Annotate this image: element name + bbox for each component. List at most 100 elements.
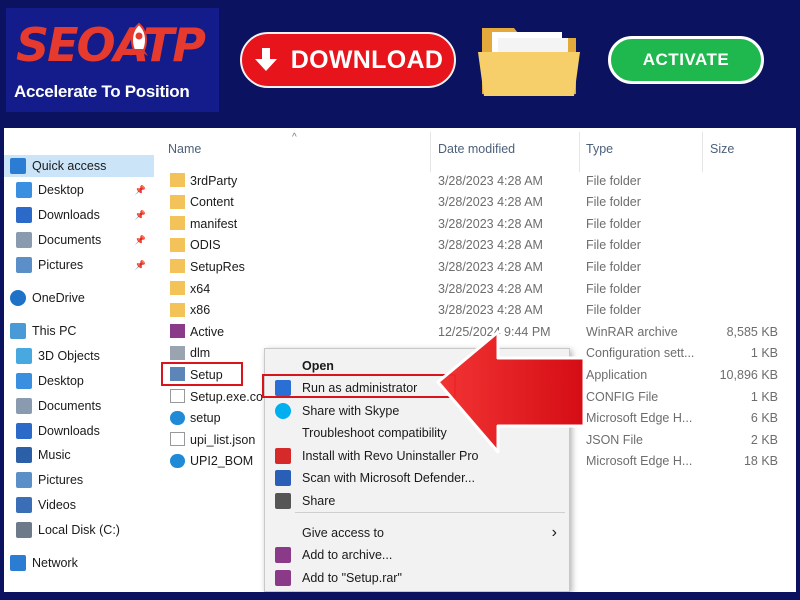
pictures-icon	[16, 257, 32, 273]
file-type: File folder	[586, 216, 641, 231]
column-header-size[interactable]: Size	[710, 142, 734, 156]
winrar-icon	[170, 324, 185, 339]
config-file-icon	[170, 345, 185, 360]
nav-item-label: Videos	[38, 498, 76, 512]
file-type: File folder	[586, 259, 641, 274]
download-label: DOWNLOAD	[290, 45, 444, 74]
context-menu-item[interactable]: Add to archive...	[265, 544, 571, 566]
video-icon	[16, 497, 32, 513]
column-divider[interactable]	[430, 132, 431, 172]
nav-item-10[interactable]: Downloads	[4, 420, 154, 442]
rocket-icon	[130, 22, 148, 56]
desktop-icon	[16, 182, 32, 198]
context-menu-item[interactable]: Add to "Setup.rar"	[265, 567, 571, 589]
file-type: CONFIG File	[586, 389, 659, 404]
pin-icon[interactable]: 📌	[135, 185, 146, 196]
blank-file-icon	[170, 389, 185, 403]
nav-item-8[interactable]: Desktop	[4, 370, 154, 392]
revo-icon	[275, 448, 291, 464]
nav-item-label: Documents	[38, 233, 102, 247]
music-icon	[16, 447, 32, 463]
file-name: 3rdParty	[190, 173, 238, 188]
document-icon	[16, 398, 32, 414]
nav-item-label: Local Disk (C:)	[38, 523, 120, 537]
skype-icon	[275, 403, 291, 419]
nav-item-label: Desktop	[38, 183, 84, 197]
download-arrow-icon	[16, 207, 32, 223]
file-name: x64	[190, 281, 211, 296]
file-name: SetupRes	[190, 259, 245, 274]
download-arrow-icon	[254, 48, 277, 71]
file-name: manifest	[190, 216, 238, 231]
nav-item-12[interactable]: Pictures	[4, 469, 154, 491]
file-date: 3/28/2023 4:28 AM	[438, 216, 543, 231]
column-divider[interactable]	[702, 132, 703, 172]
setup-highlight-box	[161, 362, 243, 386]
file-name: Content	[190, 195, 234, 210]
nav-item-15[interactable]: Network	[4, 552, 154, 574]
nav-item-2[interactable]: Downloads 📌	[4, 204, 154, 226]
context-menu-item[interactable]: Give access to ›	[265, 522, 571, 544]
file-row[interactable]: x64 3/28/2023 4:28 AM File folder	[164, 278, 796, 299]
folder-icon	[478, 28, 580, 96]
nav-item-4[interactable]: Pictures 📌	[4, 254, 154, 276]
context-menu-label: Add to "Setup.rar"	[302, 571, 402, 585]
file-type: Configuration sett...	[586, 346, 695, 361]
red-pointer-arrow	[436, 330, 586, 454]
column-header-type[interactable]: Type	[586, 142, 613, 156]
file-type: JSON File	[586, 432, 643, 447]
nav-item-5[interactable]: OneDrive	[4, 287, 154, 309]
folder-icon	[170, 237, 185, 252]
download-arrow-icon	[16, 423, 32, 439]
folder-icon	[170, 194, 185, 209]
pin-icon[interactable]: 📌	[135, 235, 146, 246]
nav-item-0[interactable]: Quick access	[4, 155, 154, 177]
nav-item-9[interactable]: Documents	[4, 395, 154, 417]
nav-item-label: Documents	[38, 399, 102, 413]
context-menu-item[interactable]: Share	[265, 490, 571, 512]
edge-icon	[170, 453, 185, 468]
navigation-pane: Quick access Desktop 📌 Downloads 📌 Documents 📌…	[4, 128, 154, 592]
star-icon	[10, 158, 26, 174]
column-header-date[interactable]: Date modified	[438, 142, 515, 156]
file-date: 3/28/2023 4:28 AM	[438, 195, 543, 210]
column-header-name[interactable]: Name	[168, 142, 201, 156]
winrar-icon	[275, 570, 291, 586]
file-size: 1 KB	[750, 346, 778, 361]
file-name: upi_list.json	[190, 432, 256, 447]
column-divider[interactable]	[579, 132, 580, 172]
file-name: UPI2_BOM	[190, 454, 254, 469]
file-type: Microsoft Edge H...	[586, 454, 693, 469]
pin-icon[interactable]: 📌	[135, 260, 146, 271]
pin-icon[interactable]: 📌	[135, 210, 146, 221]
file-row[interactable]: manifest 3/28/2023 4:28 AM File folder	[164, 213, 796, 234]
download-button[interactable]: DOWNLOAD	[240, 32, 456, 88]
nav-item-6[interactable]: This PC	[4, 320, 154, 342]
file-date: 3/28/2023 4:28 AM	[438, 303, 543, 318]
nav-item-11[interactable]: Music	[4, 444, 154, 466]
run-as-admin-highlight-box	[262, 374, 456, 398]
nav-item-7[interactable]: 3D Objects	[4, 345, 154, 367]
file-row[interactable]: 3rdParty 3/28/2023 4:28 AM File folder	[164, 170, 796, 191]
nav-item-label: Pictures	[38, 258, 84, 272]
file-name: Active	[190, 324, 225, 339]
activate-label: ACTIVATE	[642, 50, 730, 69]
edge-icon	[170, 410, 185, 425]
activate-button[interactable]: ACTIVATE	[608, 36, 764, 84]
nav-item-1[interactable]: Desktop 📌	[4, 179, 154, 201]
nav-item-14[interactable]: Local Disk (C:)	[4, 519, 154, 541]
file-explorer-window: Quick access Desktop 📌 Downloads 📌 Documents 📌…	[4, 128, 796, 592]
context-menu-label: Share	[302, 494, 336, 508]
nav-item-13[interactable]: Videos	[4, 494, 154, 516]
file-size: 8,585 KB	[726, 324, 778, 339]
nav-item-3[interactable]: Documents 📌	[4, 229, 154, 251]
file-row[interactable]: Content 3/28/2023 4:28 AM File folder	[164, 192, 796, 213]
file-row[interactable]: SetupRes 3/28/2023 4:28 AM File folder	[164, 256, 796, 277]
file-row[interactable]: ODIS 3/28/2023 4:28 AM File folder	[164, 235, 796, 256]
folder-icon	[170, 281, 185, 295]
cloud-icon	[10, 290, 26, 306]
context-menu-item[interactable]: Scan with Microsoft Defender...	[265, 467, 571, 489]
nav-item-label: 3D Objects	[38, 349, 100, 363]
context-menu-label: Share with Skype	[302, 404, 400, 418]
file-row[interactable]: x86 3/28/2023 4:28 AM File folder	[164, 300, 796, 321]
